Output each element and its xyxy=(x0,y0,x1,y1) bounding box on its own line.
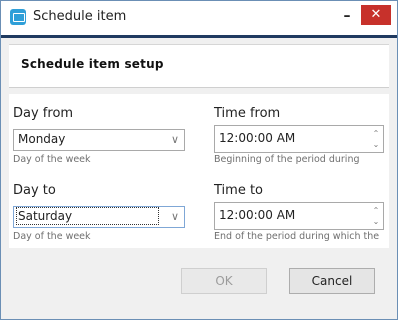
section-title: Schedule item setup xyxy=(21,57,164,71)
day-to-help: Day of the week xyxy=(13,231,91,242)
spin-down-icon[interactable]: ⌄ xyxy=(371,139,381,150)
spin-up-icon[interactable]: ⌃ xyxy=(371,128,381,139)
time-to-value: 12:00:00 AM xyxy=(219,208,296,222)
spin-down-icon[interactable]: ⌄ xyxy=(371,216,381,227)
dialog-footer: OK Cancel xyxy=(9,258,389,298)
title-bar[interactable]: Schedule item – ✕ xyxy=(1,1,397,38)
time-from-spinner[interactable]: ⌃ ⌄ xyxy=(371,128,381,150)
day-from-select[interactable]: Monday ∨ xyxy=(13,129,185,151)
chevron-down-icon[interactable]: ∨ xyxy=(166,207,184,227)
close-button[interactable]: ✕ xyxy=(361,5,391,25)
time-from-input[interactable]: 12:00:00 AM ⌃ ⌄ xyxy=(214,125,384,153)
window-title: Schedule item xyxy=(33,9,127,24)
day-from-help: Day of the week xyxy=(13,154,91,165)
chevron-down-icon[interactable]: ∨ xyxy=(166,130,184,150)
time-from-help: Beginning of the period during xyxy=(214,154,360,165)
ok-button[interactable]: OK xyxy=(181,268,267,294)
time-from-value: 12:00:00 AM xyxy=(219,131,296,145)
day-from-label: Day from xyxy=(13,106,74,121)
time-to-input[interactable]: 12:00:00 AM ⌃ ⌄ xyxy=(214,202,384,230)
section-header: Schedule item setup xyxy=(9,44,389,88)
minimize-button[interactable]: – xyxy=(335,6,359,26)
day-to-select[interactable]: Saturday ∨ xyxy=(13,206,185,228)
form-panel: Day from Monday ∨ Day of the week Time f… xyxy=(9,94,389,248)
time-to-label: Time to xyxy=(214,183,263,198)
time-to-help: End of the period during which the xyxy=(214,231,380,242)
day-from-value: Monday xyxy=(18,132,66,146)
spin-up-icon[interactable]: ⌃ xyxy=(371,205,381,216)
time-from-label: Time from xyxy=(214,106,281,121)
day-to-label: Day to xyxy=(13,183,56,198)
cancel-button[interactable]: Cancel xyxy=(289,268,375,294)
time-to-spinner[interactable]: ⌃ ⌄ xyxy=(371,205,381,227)
schedule-item-window: Schedule item – ✕ Schedule item setup Da… xyxy=(0,0,398,320)
app-icon xyxy=(10,9,26,25)
day-to-value: Saturday xyxy=(16,207,159,225)
